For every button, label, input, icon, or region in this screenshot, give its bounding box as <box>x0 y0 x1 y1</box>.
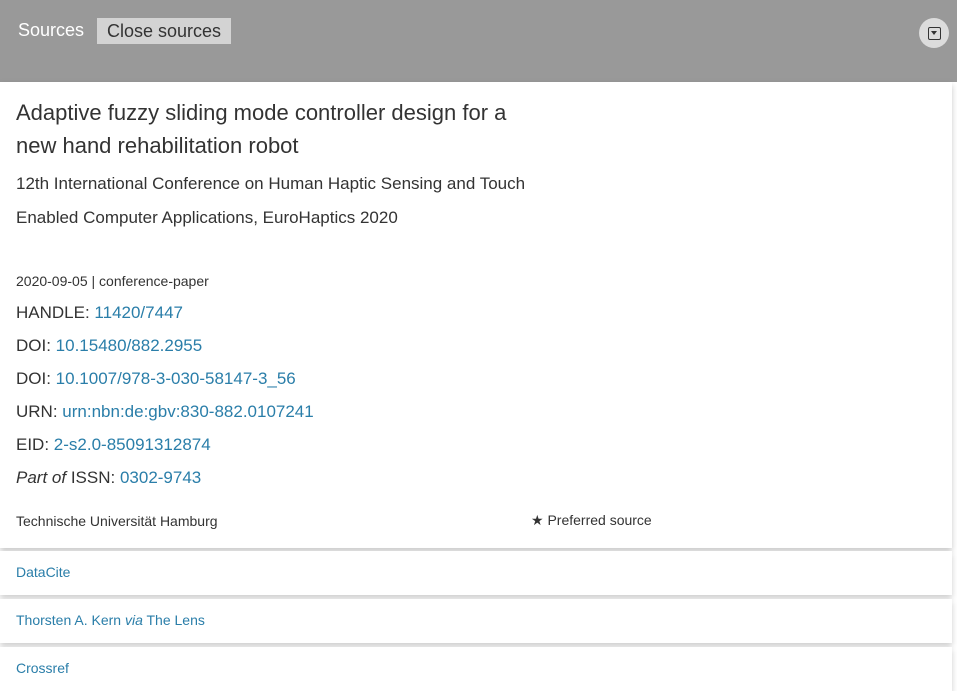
preferred-source-card: Adaptive fuzzy sliding mode controller d… <box>0 82 952 548</box>
via-label: via <box>124 612 143 628</box>
eid-link[interactable]: 2-s2.0-85091312874 <box>54 435 211 454</box>
preferred-source-badge: ★ Preferred source <box>531 512 652 529</box>
issn-label: ISSN: <box>66 468 120 487</box>
sources-header: Sources Close sources <box>0 0 957 82</box>
source-author-link[interactable]: Thorsten A. Kern <box>16 612 121 628</box>
source-row-the-lens[interactable]: Thorsten A. Kern via The Lens <box>0 599 952 643</box>
publication-title: Adaptive fuzzy sliding mode controller d… <box>16 100 507 158</box>
identifier-doi: DOI: 10.1007/978-3-030-58147-3_56 <box>16 369 296 389</box>
source-link[interactable]: Crossref <box>16 660 69 676</box>
source-row-label: DataCite <box>16 564 70 580</box>
source-row-label: Crossref <box>16 660 69 676</box>
identifier-issn: Part of ISSN: 0302-9743 <box>16 468 201 488</box>
source-link[interactable]: The Lens <box>147 612 205 628</box>
close-sources-button[interactable]: Close sources <box>97 18 232 44</box>
collapse-icon <box>927 26 941 40</box>
source-row-crossref[interactable]: Crossref <box>0 647 952 691</box>
handle-link[interactable]: 11420/7447 <box>94 303 183 322</box>
publication-date: 2020-09-05 <box>16 273 88 289</box>
identifier-label: DOI: <box>16 336 56 355</box>
identifier-label: URN: <box>16 402 63 421</box>
publication-meta: 2020-09-05 | conference-paper <box>16 273 209 289</box>
identifier-label: EID: <box>16 435 54 454</box>
identifier-doi: DOI: 10.15480/882.2955 <box>16 336 202 356</box>
star-icon: ★ <box>531 512 544 528</box>
conference-name: 12th International Conference on Human H… <box>16 174 526 227</box>
part-of-label: Part of <box>16 468 67 487</box>
preferred-source-label: Preferred source <box>547 512 652 528</box>
identifier-eid: EID: 2-s2.0-85091312874 <box>16 435 211 455</box>
publication-type: conference-paper <box>99 273 209 289</box>
identifier-label: DOI: <box>16 369 56 388</box>
source-organization: Technische Universität Hamburg <box>16 513 218 529</box>
identifier-label: HANDLE: <box>16 303 95 322</box>
source-row-datacite[interactable]: DataCite <box>0 551 952 595</box>
doi-link[interactable]: 10.15480/882.2955 <box>56 336 203 355</box>
identifier-urn: URN: urn:nbn:de:gbv:830-882.0107241 <box>16 402 314 422</box>
doi-link[interactable]: 10.1007/978-3-030-58147-3_56 <box>56 369 296 388</box>
identifier-handle: HANDLE: 11420/7447 <box>16 303 183 323</box>
meta-separator: | <box>91 273 96 289</box>
issn-link[interactable]: 0302-9743 <box>120 468 201 487</box>
source-link[interactable]: DataCite <box>16 564 70 580</box>
sources-title: Sources <box>18 20 85 40</box>
source-row-label: Thorsten A. Kern via The Lens <box>16 612 205 628</box>
collapse-toggle-button[interactable] <box>919 18 949 48</box>
urn-link[interactable]: urn:nbn:de:gbv:830-882.0107241 <box>62 402 313 421</box>
